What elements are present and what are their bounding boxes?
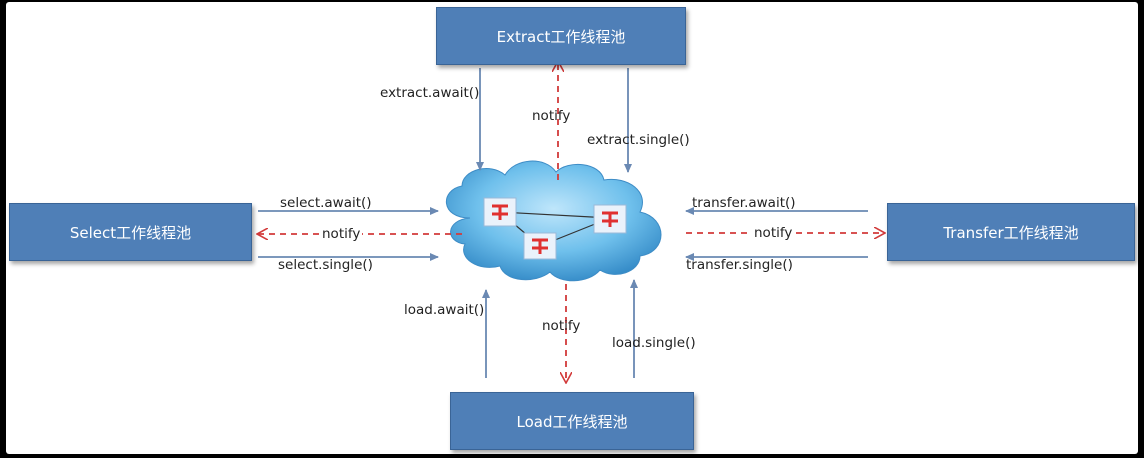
router-icon <box>483 197 517 227</box>
transfer-single-label: transfer.single() <box>686 257 793 273</box>
router-icon <box>523 232 557 260</box>
select-single-label: select.single() <box>278 257 373 273</box>
load-pool-label: Load工作线程池 <box>516 412 628 431</box>
cloud-icon <box>445 160 662 282</box>
extract-pool-label: Extract工作线程池 <box>496 27 626 46</box>
extract-single-label: extract.single() <box>587 132 690 148</box>
transfer-pool-label: Transfer工作线程池 <box>943 223 1079 242</box>
select-await-label: select.await() <box>280 195 372 211</box>
extract-await-label: extract.await() <box>380 85 480 101</box>
extract-notify-label: notify <box>532 108 571 124</box>
transfer-await-label: transfer.await() <box>692 195 796 211</box>
diagram: Extract工作线程池 Select工作线程池 Transfer工作线程池 L… <box>0 0 1144 458</box>
extract-pool-box: Extract工作线程池 <box>436 7 686 65</box>
select-pool-box: Select工作线程池 <box>9 203 252 261</box>
router-icon <box>593 204 627 234</box>
transfer-notify-label: notify <box>752 225 795 241</box>
transfer-pool-box: Transfer工作线程池 <box>887 203 1135 261</box>
load-pool-box: Load工作线程池 <box>450 392 694 450</box>
load-single-label: load.single() <box>612 335 696 351</box>
load-notify-label: notify <box>542 318 581 334</box>
load-await-label: load.await() <box>404 302 485 318</box>
select-notify-label: notify <box>320 226 363 242</box>
select-pool-label: Select工作线程池 <box>69 223 192 242</box>
